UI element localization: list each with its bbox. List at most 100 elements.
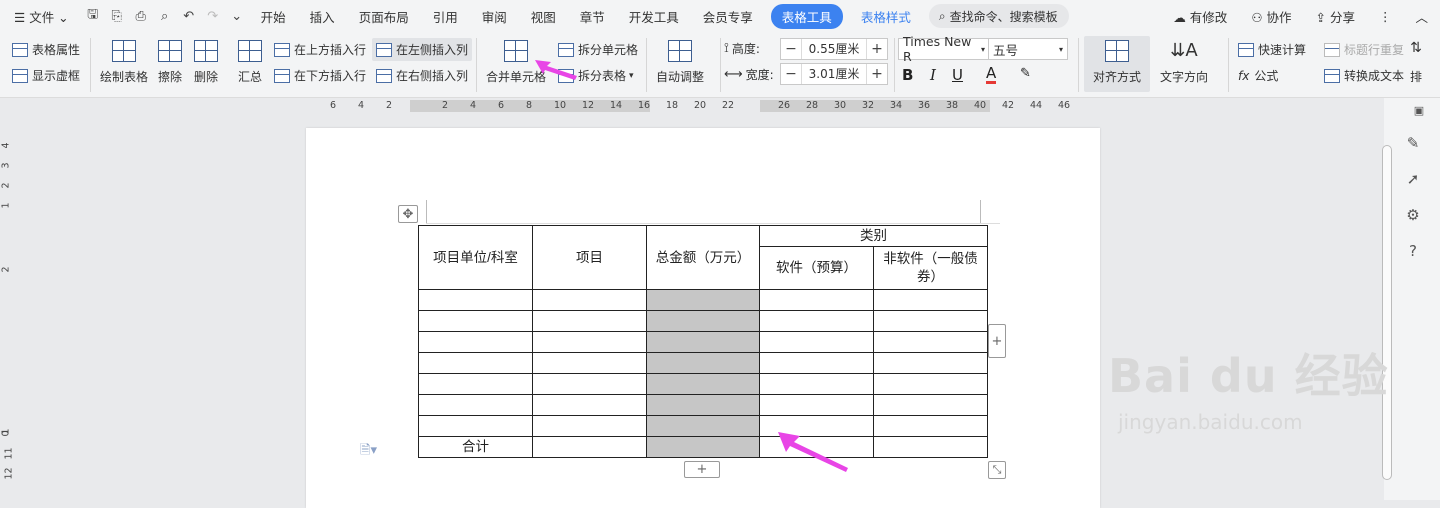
- tab-insert[interactable]: 插入: [298, 7, 347, 26]
- table-cell-selected[interactable]: [646, 352, 760, 374]
- table-cell-selected[interactable]: [646, 436, 760, 458]
- table-cell[interactable]: [873, 352, 988, 374]
- tab-references[interactable]: 引用: [421, 7, 470, 26]
- auto-fit-button[interactable]: 自动调整: [656, 40, 704, 85]
- table-cell[interactable]: [759, 331, 874, 353]
- add-row-button[interactable]: +: [684, 461, 720, 478]
- tab-review[interactable]: 审阅: [470, 7, 519, 26]
- collapse-icon[interactable]: ▣: [1410, 104, 1428, 122]
- table-cell[interactable]: [532, 394, 647, 416]
- table-cell[interactable]: [873, 331, 988, 353]
- command-search[interactable]: ⌕ 查找命令、搜索模板: [928, 4, 1069, 28]
- table-cell[interactable]: [532, 331, 647, 353]
- table-cell[interactable]: [873, 394, 988, 416]
- more-icon[interactable]: ⌄: [229, 8, 245, 24]
- tab-section[interactable]: 章节: [568, 7, 617, 26]
- tab-view[interactable]: 视图: [519, 7, 568, 26]
- preview-icon[interactable]: ⌕: [157, 8, 173, 24]
- table-cell[interactable]: [873, 415, 988, 437]
- paragraph-layout-icon[interactable]: 🗎▾: [360, 441, 377, 463]
- table-cell[interactable]: [532, 352, 647, 374]
- underline-icon[interactable]: U: [952, 66, 963, 84]
- table-cell-selected[interactable]: [646, 394, 760, 416]
- table-cell-selected[interactable]: [646, 331, 760, 353]
- table-cell[interactable]: [418, 310, 533, 332]
- width-value[interactable]: 3.01厘米: [801, 64, 867, 84]
- add-column-button[interactable]: +: [988, 324, 1006, 358]
- font-color-icon[interactable]: A: [986, 66, 997, 84]
- table-cell[interactable]: [418, 415, 533, 437]
- sort-button[interactable]: ⇅ 排: [1410, 40, 1422, 85]
- formula-button[interactable]: fx 公式: [1238, 67, 1278, 84]
- insert-below-button[interactable]: 在下方插入行: [274, 67, 366, 84]
- table-cell-selected[interactable]: [646, 373, 760, 395]
- table-cell[interactable]: [759, 352, 874, 374]
- table-cell[interactable]: [873, 289, 988, 311]
- width-stepper[interactable]: −3.01厘米 +: [780, 63, 888, 85]
- table-cell[interactable]: [418, 331, 533, 353]
- table-cell[interactable]: [532, 310, 647, 332]
- table-cell-selected[interactable]: [646, 289, 760, 311]
- table-cell[interactable]: [418, 394, 533, 416]
- italic-icon[interactable]: I: [930, 66, 936, 84]
- collab-button[interactable]: ⚇ 协作: [1239, 7, 1303, 26]
- text-direction-button[interactable]: ⇊A 文字方向: [1160, 40, 1208, 85]
- kebab-icon[interactable]: ⋮: [1367, 9, 1404, 24]
- table-cell[interactable]: [418, 352, 533, 374]
- insert-left-button[interactable]: 在左侧插入列: [372, 38, 473, 61]
- decrease-icon[interactable]: −: [781, 66, 801, 82]
- tab-start[interactable]: 开始: [249, 7, 298, 26]
- vertical-scrollbar[interactable]: [1382, 145, 1392, 480]
- table-move-handle[interactable]: ✥: [398, 205, 418, 223]
- has-changes-button[interactable]: ☁ 有修改: [1161, 7, 1239, 26]
- table-properties-button[interactable]: 表格属性: [12, 41, 80, 58]
- table-cell-selected[interactable]: [646, 310, 760, 332]
- table-cell[interactable]: [532, 289, 647, 311]
- table-cell-selected[interactable]: [646, 415, 760, 437]
- table-header-cell[interactable]: 总金额（万元）: [646, 225, 760, 290]
- print-icon[interactable]: ⎙: [133, 8, 149, 24]
- table-cell[interactable]: [873, 373, 988, 395]
- font-name-select[interactable]: Times New R ▾: [898, 34, 990, 64]
- table-cell[interactable]: [759, 394, 874, 416]
- tab-table-tools[interactable]: 表格工具: [770, 3, 843, 29]
- table-cell[interactable]: [532, 436, 647, 458]
- table-cell[interactable]: [532, 373, 647, 395]
- table-cell[interactable]: [759, 289, 874, 311]
- font-size-select[interactable]: 五号 ▾: [988, 38, 1068, 60]
- data-table[interactable]: 项目单位/科室 项目 总金额（万元） 类别 软件（预算） 非软件（一般债券） 合…: [418, 225, 988, 458]
- redo-icon[interactable]: ↷: [205, 8, 221, 24]
- height-value[interactable]: 0.55厘米: [801, 39, 867, 59]
- table-header-cell[interactable]: 项目单位/科室: [418, 225, 533, 290]
- undo-icon[interactable]: ↶: [181, 8, 197, 24]
- split-cells-button[interactable]: 拆分单元格: [558, 41, 638, 58]
- bold-icon[interactable]: B: [902, 66, 913, 84]
- table-header-cell[interactable]: 项目: [532, 225, 647, 290]
- erase-button[interactable]: 擦除: [158, 40, 182, 85]
- table-cell[interactable]: [873, 310, 988, 332]
- insert-right-button[interactable]: 在右侧插入列: [376, 67, 468, 84]
- increase-icon[interactable]: +: [867, 66, 887, 82]
- draw-table-button[interactable]: 绘制表格: [100, 40, 148, 85]
- total-label-cell[interactable]: 合计: [418, 436, 533, 458]
- table-cell[interactable]: [759, 373, 874, 395]
- table-cell[interactable]: [418, 373, 533, 395]
- table-cell[interactable]: [759, 310, 874, 332]
- table-cell[interactable]: [418, 289, 533, 311]
- tab-member[interactable]: 会员专享: [691, 7, 765, 26]
- edit-icon[interactable]: ✎: [1404, 134, 1422, 152]
- delete-button[interactable]: 删除: [194, 40, 218, 85]
- select-pointer-icon[interactable]: ➚: [1404, 170, 1422, 188]
- output-icon[interactable]: ⎘: [109, 8, 125, 24]
- align-button[interactable]: 对齐方式: [1084, 36, 1150, 92]
- repeat-header-button[interactable]: 标题行重复: [1324, 41, 1404, 58]
- tab-layout[interactable]: 页面布局: [347, 7, 421, 26]
- table-cell[interactable]: [532, 415, 647, 437]
- vertical-ruler[interactable]: 4 3 2 1 2 1 0 11 12: [0, 116, 18, 500]
- summary-button[interactable]: 汇总: [238, 40, 262, 85]
- highlight-icon[interactable]: ✎: [1020, 66, 1031, 81]
- height-stepper[interactable]: −0.55厘米 +: [780, 38, 888, 60]
- increase-icon[interactable]: +: [867, 41, 887, 57]
- file-menu[interactable]: ☰ 文件 ⌄: [0, 7, 81, 26]
- table-header-cell[interactable]: 类别: [759, 225, 988, 247]
